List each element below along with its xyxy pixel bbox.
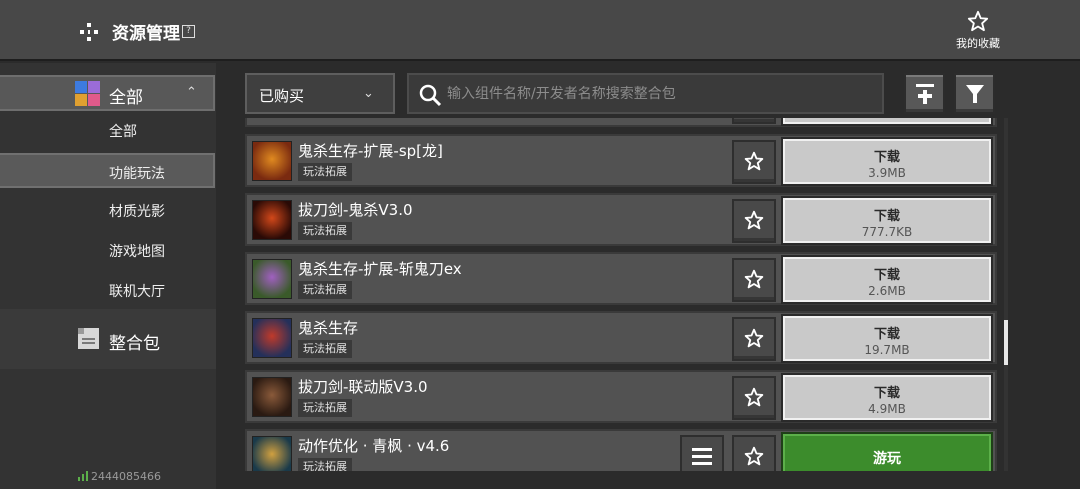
play-button[interactable]: 游玩 bbox=[783, 434, 991, 471]
top-bar: 资源管理 ? 我的收藏 bbox=[0, 0, 1080, 61]
star-icon bbox=[744, 151, 764, 171]
file-size: 4.9MB bbox=[868, 402, 906, 416]
sidebar-category-packs[interactable]: 整合包 bbox=[0, 309, 216, 369]
download-label: 下载 bbox=[873, 150, 900, 165]
list-item: 鬼杀生存 玩法拓展 下载 19.7MB bbox=[245, 311, 997, 364]
resource-logo-icon bbox=[80, 23, 98, 41]
favorite-button[interactable] bbox=[732, 258, 776, 302]
sidebar-item-label: 全部 bbox=[109, 124, 137, 140]
item-thumbnail bbox=[252, 259, 292, 299]
download-label: 下载 bbox=[873, 209, 900, 224]
star-icon bbox=[744, 269, 764, 289]
favorite-button[interactable] bbox=[732, 317, 776, 361]
pin-top-button[interactable] bbox=[904, 73, 945, 114]
sidebar-item-label: 材质光影 bbox=[109, 204, 165, 220]
network-id-text: 2444085466 bbox=[91, 470, 161, 483]
favorite-button[interactable] bbox=[732, 118, 776, 124]
download-button[interactable] bbox=[783, 118, 991, 124]
item-thumbnail bbox=[252, 377, 292, 417]
list-item: 鬼杀生存-扩展-sp[龙] 玩法拓展 下载 3.9MB bbox=[245, 134, 997, 187]
favorite-button[interactable] bbox=[732, 140, 776, 184]
favorite-button[interactable] bbox=[732, 435, 776, 471]
filter-icon bbox=[966, 85, 984, 103]
blocks-icon bbox=[75, 81, 100, 106]
item-thumbnail bbox=[252, 436, 292, 471]
sidebar-item-textures[interactable]: 材质光影 bbox=[0, 193, 215, 228]
search-box[interactable] bbox=[407, 73, 884, 114]
item-tag: 玩法拓展 bbox=[298, 340, 352, 358]
favorite-button[interactable] bbox=[732, 376, 776, 420]
download-button[interactable]: 下载 777.7KB bbox=[783, 198, 991, 243]
file-size: 777.7KB bbox=[861, 225, 913, 239]
item-tag: 玩法拓展 bbox=[298, 222, 352, 240]
favorites-button[interactable]: 我的收藏 bbox=[950, 10, 1006, 51]
sidebar-item-maps[interactable]: 游戏地图 bbox=[0, 233, 215, 268]
more-options-button[interactable] bbox=[680, 435, 724, 471]
signal-icon bbox=[78, 471, 88, 481]
favorite-button[interactable] bbox=[732, 199, 776, 243]
item-name: 鬼杀生存-扩展-斩鬼刀ex bbox=[298, 260, 462, 278]
star-icon bbox=[744, 210, 764, 230]
favorites-label: 我的收藏 bbox=[956, 37, 1000, 50]
sidebar-packs-label: 整合包 bbox=[109, 334, 160, 354]
star-icon bbox=[744, 387, 764, 407]
help-icon[interactable]: ? bbox=[182, 25, 195, 38]
item-tag: 玩法拓展 bbox=[298, 458, 352, 471]
item-tag: 玩法拓展 bbox=[298, 281, 352, 299]
item-thumbnail bbox=[252, 141, 292, 181]
network-id: 2444085466 bbox=[78, 470, 161, 483]
download-label: 下载 bbox=[873, 386, 900, 401]
item-name: 鬼杀生存-扩展-sp[龙] bbox=[298, 142, 443, 160]
download-button[interactable]: 下载 19.7MB bbox=[783, 316, 991, 361]
sidebar-item-label: 功能玩法 bbox=[109, 166, 165, 182]
download-button[interactable]: 下载 2.6MB bbox=[783, 257, 991, 302]
sidebar-item-label: 联机大厅 bbox=[109, 284, 165, 300]
list-item: 拔刀剑-鬼杀V3.0 玩法拓展 下载 777.7KB bbox=[245, 193, 997, 246]
file-size: 3.9MB bbox=[868, 166, 906, 180]
filter-button[interactable] bbox=[954, 73, 995, 114]
search-input[interactable] bbox=[447, 82, 867, 106]
search-icon bbox=[419, 84, 442, 107]
item-tag: 玩法拓展 bbox=[298, 399, 352, 417]
purchase-filter-dropdown[interactable]: 已购买 ⌄ bbox=[245, 73, 395, 114]
sidebar-category-all[interactable]: 全部 ⌃ bbox=[0, 75, 215, 111]
item-thumbnail bbox=[252, 200, 292, 240]
sidebar-item-label: 游戏地图 bbox=[109, 244, 165, 260]
sidebar-item-multiplayer[interactable]: 联机大厅 bbox=[0, 273, 215, 308]
scrollbar-thumb[interactable] bbox=[1004, 320, 1008, 365]
dropdown-value: 已购买 bbox=[259, 87, 305, 105]
download-button[interactable]: 下载 4.9MB bbox=[783, 375, 991, 420]
item-name: 拔刀剑-鬼杀V3.0 bbox=[298, 201, 413, 219]
pin-top-icon bbox=[916, 84, 934, 104]
play-label: 游玩 bbox=[873, 451, 901, 467]
scrollbar-track[interactable] bbox=[1004, 118, 1008, 471]
resource-list: 鬼杀生存-扩展-sp[龙] 玩法拓展 下载 3.9MB 拔刀剑-鬼杀V3.0 玩… bbox=[245, 118, 997, 471]
sidebar-item-all[interactable]: 全部 bbox=[0, 113, 215, 148]
list-item bbox=[245, 118, 997, 127]
download-label: 下载 bbox=[873, 327, 900, 342]
item-thumbnail bbox=[252, 318, 292, 358]
item-name: 拔刀剑-联动版V3.0 bbox=[298, 378, 428, 396]
star-icon bbox=[967, 10, 989, 32]
list-item: 拔刀剑-联动版V3.0 玩法拓展 下载 4.9MB bbox=[245, 370, 997, 423]
chevron-up-icon: ⌃ bbox=[186, 85, 197, 100]
list-item: 鬼杀生存-扩展-斩鬼刀ex 玩法拓展 下载 2.6MB bbox=[245, 252, 997, 305]
file-size: 19.7MB bbox=[864, 343, 910, 357]
file-size: 2.6MB bbox=[868, 284, 906, 298]
sidebar-item-gameplay[interactable]: 功能玩法 bbox=[0, 153, 215, 188]
sidebar-all-label: 全部 bbox=[109, 88, 143, 108]
item-name: 鬼杀生存 bbox=[298, 319, 359, 337]
page-title: 资源管理 bbox=[112, 24, 180, 44]
sidebar: 全部 ⌃ 全部 功能玩法 材质光影 游戏地图 联机大厅 整合包 bbox=[0, 63, 216, 489]
menu-icon bbox=[692, 448, 712, 465]
star-icon bbox=[744, 446, 764, 466]
list-item: 动作优化 · 青枫 · v4.6 玩法拓展 游玩 bbox=[245, 429, 997, 471]
download-button[interactable]: 下载 3.9MB bbox=[783, 139, 991, 184]
download-label: 下载 bbox=[873, 268, 900, 283]
document-icon bbox=[78, 328, 99, 349]
chevron-down-icon: ⌄ bbox=[363, 86, 374, 101]
star-icon bbox=[744, 328, 764, 348]
item-tag: 玩法拓展 bbox=[298, 163, 352, 181]
item-name: 动作优化 · 青枫 · v4.6 bbox=[298, 437, 450, 455]
